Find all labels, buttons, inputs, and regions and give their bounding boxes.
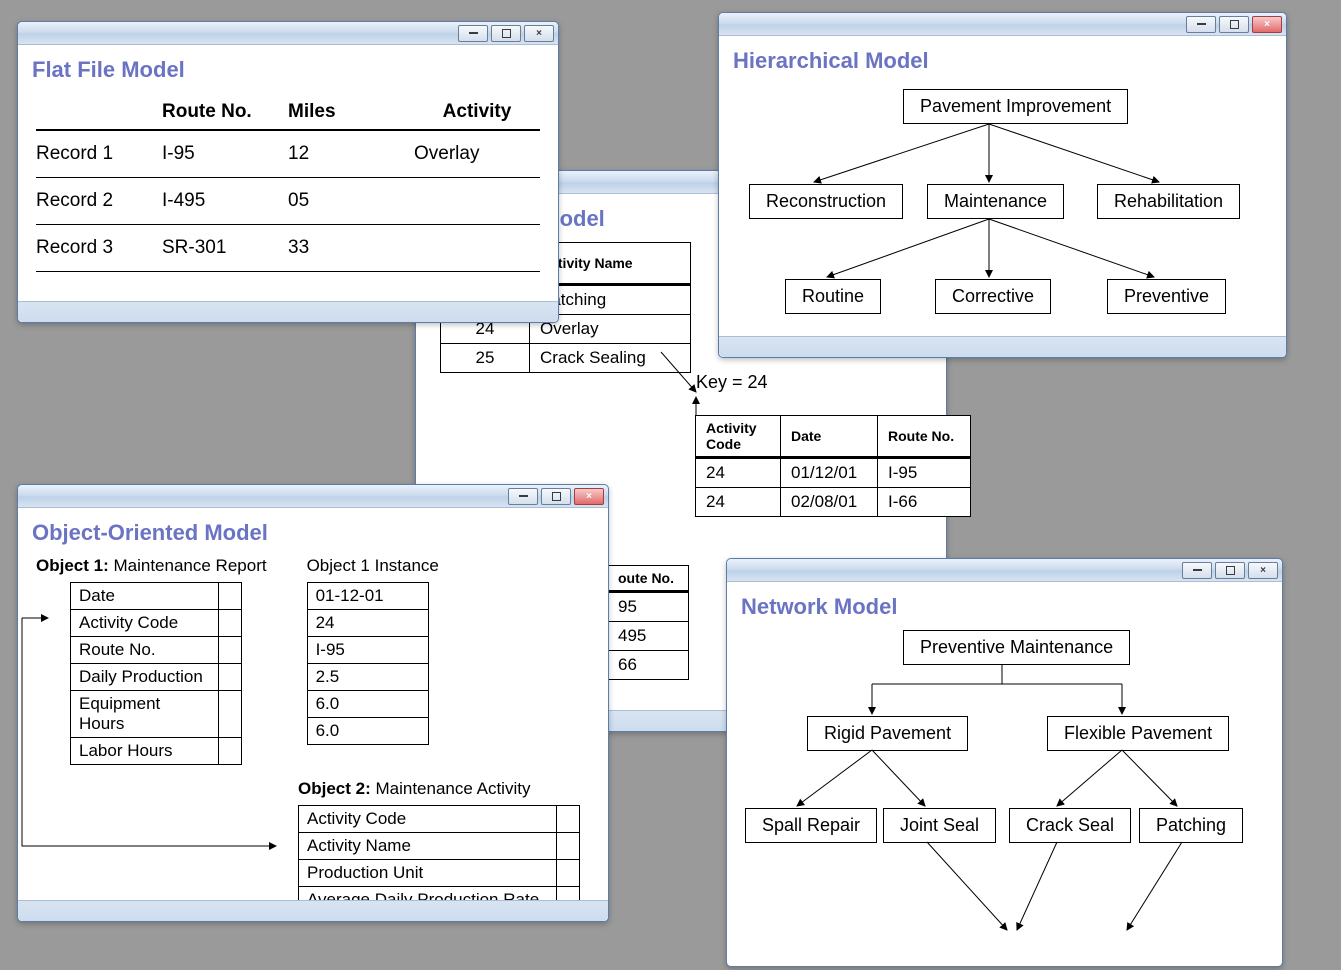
th	[36, 93, 162, 131]
cell: Record 1	[36, 131, 162, 177]
cell	[414, 178, 540, 224]
maximize-icon[interactable]	[1219, 16, 1249, 33]
th: oute No.	[608, 566, 689, 592]
cell: Overlay	[414, 131, 540, 177]
table-row: 25Crack Sealing	[441, 344, 691, 373]
statusbar	[719, 336, 1286, 357]
tree-node: Crack Seal	[1009, 808, 1131, 843]
list-item: Production Unit	[299, 860, 579, 887]
list-item: Activity Code	[299, 806, 579, 833]
cell: SR-301	[162, 225, 288, 271]
cell: 05	[288, 178, 414, 224]
obj1-fields: DateActivity CodeRoute No.Daily Producti…	[70, 582, 242, 765]
list-item: Daily Production	[71, 664, 241, 691]
list-item: 6.0	[308, 691, 428, 718]
close-icon[interactable]: ×	[1252, 16, 1282, 33]
tree-node: Preventive	[1107, 279, 1226, 314]
win-flat-file: × Flat File Model Route No. Miles Activi…	[17, 21, 559, 323]
minimize-icon[interactable]	[458, 25, 488, 42]
close-icon[interactable]: ×	[1248, 562, 1278, 579]
obj1-instance: 01-12-0124I-952.56.06.0	[307, 582, 429, 745]
key-label: Key = 24	[696, 372, 768, 393]
table-row: 2402/08/01I-66	[696, 488, 971, 517]
table-row: 495	[608, 622, 689, 651]
list-item: 2.5	[308, 664, 428, 691]
cell: Record 2	[36, 178, 162, 224]
th: Activity	[414, 93, 540, 131]
statusbar	[18, 301, 558, 322]
tree-node: Joint Seal	[883, 808, 996, 843]
win-hierarchical: × Hierarchical Model Pavement Improvemen…	[718, 12, 1287, 358]
maximize-icon[interactable]	[541, 488, 571, 505]
table-row: Record 2 I-495 05	[36, 178, 540, 225]
window-title: Network Model	[741, 594, 1282, 620]
list-item: I-95	[308, 637, 428, 664]
tree-node-root: Preventive Maintenance	[903, 630, 1130, 665]
list-item: 6.0	[308, 718, 428, 745]
window-title: Object-Oriented Model	[32, 520, 608, 546]
tree-node: Rehabilitation	[1097, 184, 1240, 219]
obj1-heading: Object 1: Maintenance Report	[36, 556, 267, 576]
table-row: Record 1 I-95 12 Overlay	[36, 131, 540, 178]
obj2-fields: Activity CodeActivity NameProduction Uni…	[298, 805, 580, 914]
list-item: Activity Code	[71, 610, 241, 637]
window-title: Flat File Model	[32, 57, 558, 83]
tree-node: Corrective	[935, 279, 1051, 314]
statusbar	[18, 900, 608, 921]
titlebar: ×	[719, 13, 1286, 36]
window-title: Hierarchical Model	[733, 48, 1286, 74]
table-row: 2401/12/01I-95	[696, 458, 971, 488]
win-oo: × Object-Oriented Model Object 1: Mainte…	[17, 484, 609, 922]
tree-node-root: Pavement Improvement	[903, 89, 1128, 124]
close-icon[interactable]: ×	[574, 488, 604, 505]
rel-partial-table: oute No. 9549566	[607, 565, 689, 680]
titlebar: ×	[18, 485, 608, 508]
cell	[414, 225, 540, 271]
list-item: Date	[71, 583, 241, 610]
th: Route No.	[878, 416, 971, 458]
list-item: Equipment Hours	[71, 691, 241, 738]
th: Date	[781, 416, 878, 458]
tree-node: Patching	[1139, 808, 1243, 843]
instance-heading: Object 1 Instance	[307, 556, 439, 576]
list-item: Labor Hours	[71, 738, 241, 765]
minimize-icon[interactable]	[508, 488, 538, 505]
th: Activity Code	[696, 416, 781, 458]
table-row: 95	[608, 592, 689, 622]
cell: Record 3	[36, 225, 162, 271]
th: Route No.	[162, 93, 288, 131]
tree-node: Routine	[785, 279, 881, 314]
maximize-icon[interactable]	[491, 25, 521, 42]
th: Miles	[288, 93, 414, 131]
maximize-icon[interactable]	[1215, 562, 1245, 579]
list-item: Activity Name	[299, 833, 579, 860]
minimize-icon[interactable]	[1186, 16, 1216, 33]
tree-node: Reconstruction	[749, 184, 903, 219]
obj2-heading: Object 2: Maintenance Activity	[298, 779, 590, 799]
cell: I-95	[162, 131, 288, 177]
minimize-icon[interactable]	[1182, 562, 1212, 579]
list-item: 24	[308, 610, 428, 637]
list-item: 01-12-01	[308, 583, 428, 610]
list-item: Route No.	[71, 637, 241, 664]
cell: 33	[288, 225, 414, 271]
flat-header: Route No. Miles Activity	[36, 93, 540, 131]
win-network: × Network Model Preventive Maintenance R…	[726, 558, 1283, 967]
cell: I-495	[162, 178, 288, 224]
rel-join-table: Activity Code Date Route No. 2401/12/01I…	[695, 415, 971, 517]
tree-node: Spall Repair	[745, 808, 877, 843]
tree-node: Rigid Pavement	[807, 716, 968, 751]
tree-node: Maintenance	[927, 184, 1064, 219]
cell: 12	[288, 131, 414, 177]
titlebar: ×	[18, 22, 558, 45]
titlebar: ×	[727, 559, 1282, 582]
table-row: Record 3 SR-301 33	[36, 225, 540, 272]
close-icon[interactable]: ×	[524, 25, 554, 42]
table-row: 66	[608, 651, 689, 680]
tree-node: Flexible Pavement	[1047, 716, 1229, 751]
